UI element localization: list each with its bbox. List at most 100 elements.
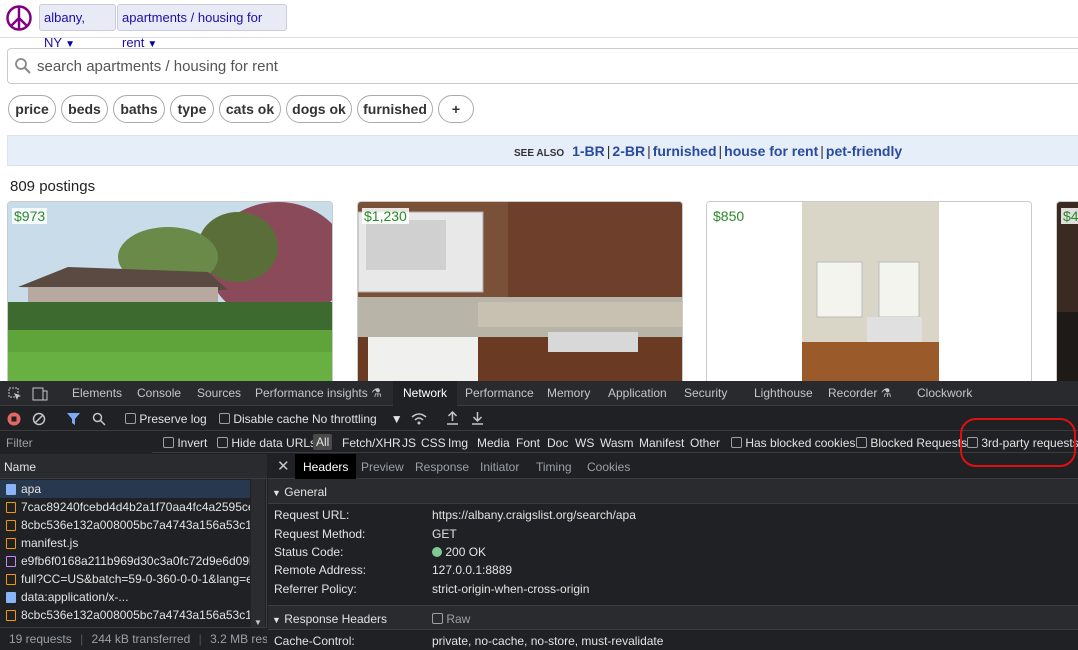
- blocked-requests-checkbox[interactable]: Blocked Requests: [856, 436, 967, 450]
- status-ok-icon: [432, 547, 442, 557]
- filter-dogs-ok[interactable]: dogs ok: [286, 95, 352, 123]
- type-filter-css[interactable]: CSS: [421, 436, 446, 450]
- listing-price: $850: [711, 208, 747, 224]
- tab-preview[interactable]: Preview: [361, 460, 404, 474]
- tab-performance-insights[interactable]: Performance insights ⚗: [255, 386, 382, 400]
- close-icon[interactable]: ✕: [277, 457, 290, 475]
- throttling-select[interactable]: No throttling ▼: [312, 412, 403, 426]
- filter-input[interactable]: Filter: [0, 431, 152, 453]
- cache-control-value: private, no-cache, no-store, must-revali…: [432, 634, 664, 648]
- type-filter-media[interactable]: Media: [477, 436, 510, 450]
- tab-response[interactable]: Response: [415, 460, 469, 474]
- disable-cache-checkbox[interactable]: Disable cache: [219, 412, 309, 426]
- request-url-value: https://albany.craigslist.org/search/apa: [432, 508, 636, 522]
- scroll-down-icon: ▼: [254, 618, 262, 627]
- tab-memory[interactable]: Memory: [547, 386, 590, 400]
- request-row[interactable]: apa: [0, 480, 250, 498]
- see-also-link-furnished[interactable]: furnished: [653, 143, 717, 159]
- type-filter-js[interactable]: JS: [402, 436, 416, 450]
- search-icon[interactable]: [92, 412, 106, 426]
- see-also-link-1br[interactable]: 1-BR: [572, 143, 605, 159]
- response-headers-section-header[interactable]: ▼ Response Headers Raw: [268, 605, 1078, 630]
- tab-security[interactable]: Security: [684, 386, 727, 400]
- status-code-key: Status Code:: [274, 545, 344, 559]
- request-row[interactable]: manifest.js: [0, 534, 250, 552]
- has-blocked-cookies-label: Has blocked cookies: [745, 436, 856, 450]
- filter-furnished[interactable]: furnished: [357, 95, 433, 123]
- tab-lighthouse[interactable]: Lighthouse: [754, 386, 813, 400]
- request-row[interactable]: 7cac89240fcebd4d4b2a1f70aa4fc4a2595cea5.…: [0, 498, 250, 516]
- type-filter-manifest[interactable]: Manifest: [639, 436, 684, 450]
- tab-console[interactable]: Console: [137, 386, 181, 400]
- filter-price[interactable]: price: [8, 95, 56, 123]
- type-filter-ws[interactable]: WS: [575, 436, 594, 450]
- search-input[interactable]: search apartments / housing for rent: [7, 48, 1078, 84]
- tab-sources[interactable]: Sources: [197, 386, 241, 400]
- filter-type[interactable]: type: [170, 95, 214, 123]
- status-code-text: 200 OK: [445, 545, 487, 559]
- location-select[interactable]: albany, NY ▼: [39, 4, 116, 50]
- peace-logo-icon[interactable]: [5, 4, 33, 32]
- inspect-element-icon[interactable]: [8, 387, 22, 401]
- device-toolbar-icon[interactable]: [32, 387, 48, 401]
- tab-performance[interactable]: Performance: [465, 386, 534, 400]
- type-filter-wasm[interactable]: Wasm: [600, 436, 634, 450]
- tab-elements[interactable]: Elements: [72, 386, 122, 400]
- tab-cookies[interactable]: Cookies: [587, 460, 630, 474]
- type-filter-font[interactable]: Font: [516, 436, 540, 450]
- filter-icon[interactable]: [67, 412, 80, 426]
- tab-headers[interactable]: Headers: [295, 454, 357, 479]
- script-icon: [6, 502, 16, 513]
- request-list: Name apa 7cac89240fcebd4d4b2a1f70aa4fc4a…: [0, 454, 267, 627]
- clear-icon[interactable]: [32, 412, 46, 426]
- import-har-icon[interactable]: [446, 411, 459, 426]
- request-row[interactable]: full?CC=US&batch=59-0-360-0-0-1&lang=e..…: [0, 570, 250, 588]
- tab-network[interactable]: Network: [393, 381, 458, 406]
- search-placeholder: search apartments / housing for rent: [37, 58, 278, 75]
- has-blocked-cookies-checkbox[interactable]: Has blocked cookies: [731, 436, 855, 450]
- preserve-log-label: Preserve log: [139, 412, 207, 426]
- listing-card[interactable]: $973: [7, 201, 333, 381]
- type-filter-other[interactable]: Other: [690, 436, 720, 450]
- record-stop-icon[interactable]: [7, 412, 21, 426]
- export-har-icon[interactable]: [471, 411, 484, 426]
- tab-clockwork[interactable]: Clockwork: [917, 386, 972, 400]
- invert-checkbox[interactable]: Invert: [163, 436, 207, 450]
- request-list-scrollbar[interactable]: ▼: [251, 479, 265, 627]
- see-also-link-house[interactable]: house for rent: [724, 143, 818, 159]
- listing-card[interactable]: $1,230: [357, 201, 683, 381]
- listing-card[interactable]: $4: [1056, 201, 1078, 381]
- type-filter-all[interactable]: All: [313, 434, 333, 450]
- see-also-link-2br[interactable]: 2-BR: [612, 143, 645, 159]
- filter-cats-ok[interactable]: cats ok: [219, 95, 281, 123]
- request-row[interactable]: 8cbc536e132a008005bc7a4743a156a53c1e9...: [0, 606, 250, 622]
- tab-application[interactable]: Application: [608, 386, 667, 400]
- request-url-key: Request URL:: [274, 508, 350, 522]
- tab-recorder[interactable]: Recorder ⚗: [828, 386, 891, 400]
- tab-initiator[interactable]: Initiator: [480, 460, 519, 474]
- category-select[interactable]: apartments / housing for rent ▼: [117, 4, 287, 50]
- raw-checkbox[interactable]: Raw: [432, 612, 470, 626]
- request-row[interactable]: data:application/x-...: [0, 588, 250, 606]
- tab-timing[interactable]: Timing: [536, 460, 572, 474]
- request-row[interactable]: 8cbc536e132a008005bc7a4743a156a53c1e9...: [0, 516, 250, 534]
- request-name: manifest.js: [21, 536, 79, 550]
- request-row[interactable]: e9fb6f0168a211b969d30c3a0fc72d9e6d09bf..…: [0, 552, 250, 570]
- type-filter-img[interactable]: Img: [448, 436, 468, 450]
- response-headers-title: Response Headers: [284, 612, 387, 626]
- checkbox-icon: [163, 437, 174, 448]
- listing-card[interactable]: $850: [706, 201, 1032, 381]
- filter-baths[interactable]: baths: [113, 95, 165, 123]
- preserve-log-checkbox[interactable]: Preserve log: [125, 412, 207, 426]
- type-filter-fetch-xhr[interactable]: Fetch/XHR: [342, 436, 401, 450]
- type-filter-doc[interactable]: Doc: [547, 436, 568, 450]
- listing-price: $4: [1061, 208, 1078, 224]
- name-column-header[interactable]: Name: [0, 454, 267, 479]
- filter-more-button[interactable]: +: [438, 95, 474, 123]
- see-also-link-pet-friendly[interactable]: pet-friendly: [826, 143, 902, 159]
- network-conditions-icon[interactable]: [411, 412, 427, 426]
- filter-beds[interactable]: beds: [61, 95, 108, 123]
- hide-data-urls-checkbox[interactable]: Hide data URLs: [217, 436, 316, 450]
- general-section-header[interactable]: ▼ General: [268, 479, 1078, 504]
- triangle-down-icon: ▼: [272, 488, 281, 498]
